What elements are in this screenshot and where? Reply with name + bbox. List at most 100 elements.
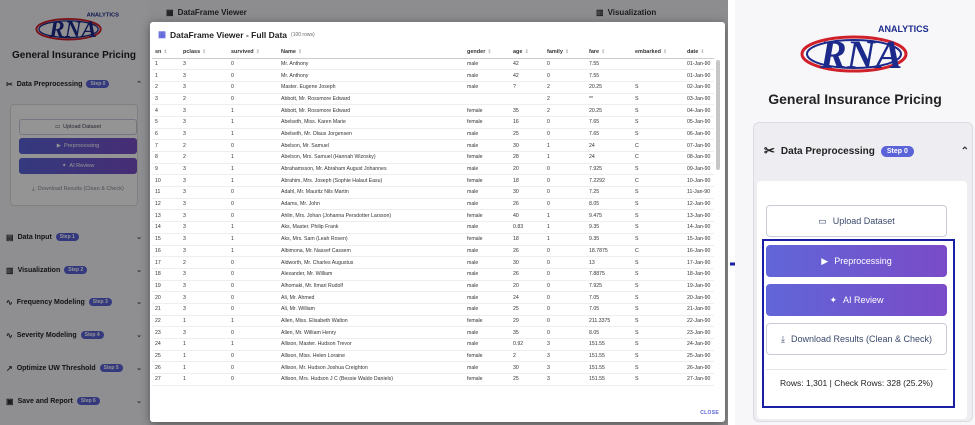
sort-icon[interactable]: ⇕ — [487, 49, 491, 55]
table-cell: C — [632, 245, 684, 258]
table-cell: 1 — [152, 69, 180, 82]
table-cell: 18 — [510, 174, 544, 188]
table-cell: 20.25 — [586, 81, 632, 94]
table-row: 27 1 0 Allison, Mrs. Hudson J C (Bessie Wal… — [152, 373, 714, 386]
sort-icon[interactable]: ⇕ — [601, 49, 605, 55]
table-cell: 0 — [228, 209, 278, 223]
table-cell: 13-Jan-90 — [684, 209, 714, 223]
table-cell: 151.55 — [586, 361, 632, 375]
sort-icon[interactable]: ⇕ — [565, 49, 569, 55]
table-cell: Aks, Mrs. Sam (Leah Rosen) — [278, 233, 464, 246]
column-header[interactable]: sn ⇕ — [152, 47, 180, 59]
close-button[interactable]: CLOSE — [700, 410, 719, 416]
table-cell: 04-Jan-90 — [684, 104, 714, 117]
table-cell: 1 — [544, 221, 586, 234]
sort-icon[interactable]: ⇕ — [524, 49, 528, 55]
sort-icon[interactable]: ⇕ — [202, 49, 206, 55]
table-cell: 7.65 — [586, 116, 632, 129]
table-cell: 1 — [228, 104, 278, 117]
table-cell: 3 — [180, 58, 228, 71]
table-cell: female — [464, 350, 510, 363]
table-row: 15 3 1 Aks, Mrs. Sam (Leah Rosen) female 18 1 9… — [152, 233, 714, 246]
table-row: 5 3 1 Abelseth, Miss. Karen Marie female 16 0 7… — [152, 116, 714, 129]
table-cell: 16 — [510, 116, 544, 129]
table-cell: 9.35 — [586, 221, 632, 234]
table-cell: 8.05 — [586, 326, 632, 339]
table-cell: 3 — [180, 69, 228, 82]
table-cell: S — [632, 198, 684, 211]
column-header[interactable]: embarked ⇕ — [632, 47, 684, 59]
upload-dataset-button[interactable]: ▭ Upload Dataset — [766, 205, 947, 237]
table-cell: S — [632, 128, 684, 141]
table-cell: male — [464, 256, 510, 269]
sort-icon[interactable]: ⇕ — [663, 49, 667, 55]
table-row: 3 2 0 Abbott, Mr. Rossmore Edward 2 ** S 03-Jan… — [152, 93, 714, 106]
table-cell: S — [632, 338, 684, 351]
table-row: 1 3 0 Mr. Anthony male 42 0 7.55 01-Jan-90 — [152, 69, 714, 82]
sort-icon[interactable]: ⇕ — [256, 49, 260, 55]
table-cell: 05-Jan-90 — [684, 116, 714, 129]
table-cell: 0 — [544, 198, 586, 211]
table-cell: 13 — [152, 209, 180, 223]
table-cell: 2 — [180, 256, 228, 269]
folder-icon: ▭ — [818, 215, 827, 226]
table-cell: 3 — [544, 373, 586, 386]
column-header[interactable]: fare ⇕ — [586, 47, 632, 59]
table-cell: 0 — [228, 256, 278, 269]
sort-icon[interactable]: ⇕ — [298, 49, 302, 55]
column-header[interactable]: family ⇕ — [544, 47, 586, 59]
table-cell: 10 — [152, 174, 180, 188]
table-cell: Abelson, Mrs. Samuel (Hannah Wizosky) — [278, 151, 464, 164]
table-cell: 3 — [180, 326, 228, 339]
table-cell: 23-Jan-90 — [684, 326, 714, 339]
table-cell: 0 — [544, 128, 586, 141]
table-cell: 3 — [180, 245, 228, 258]
table-cell: 1 — [544, 209, 586, 223]
column-header[interactable]: pclass ⇕ — [180, 47, 228, 59]
table-row: 22 1 1 Allen, Miss. Elisabeth Walton female 2… — [152, 315, 714, 328]
table-cell: 0 — [544, 315, 586, 328]
data-table: sn ⇕ pclass ⇕ survived ⇕ Name ⇕ gender ⇕ age ⇕ famil… — [152, 47, 714, 386]
table-cell: female — [464, 209, 510, 223]
table-cell: male — [464, 198, 510, 211]
column-header[interactable]: survived ⇕ — [228, 47, 278, 59]
table-cell: 26 — [510, 268, 544, 281]
table-cell: 0 — [228, 361, 278, 375]
table-cell: 1 — [180, 350, 228, 363]
table-cell: 28 — [510, 151, 544, 164]
sidebar-section-data-preprocessing[interactable]: ✂ Data Preprocessing Step 0 ⌃ — [764, 143, 969, 159]
scrollbar[interactable] — [716, 60, 720, 170]
table-cell: S — [632, 350, 684, 363]
table-cell: 15 — [152, 233, 180, 246]
table-cell: 1 — [180, 373, 228, 386]
column-header[interactable]: date ⇕ — [684, 47, 714, 59]
table-cell: male — [464, 245, 510, 258]
table-cell: S — [632, 93, 684, 106]
sort-icon[interactable]: ⇕ — [163, 49, 167, 55]
table-cell: 1 — [180, 338, 228, 351]
table-cell: 1 — [228, 221, 278, 234]
table-cell: 10-Jan-90 — [684, 174, 714, 188]
data-table-container[interactable]: sn ⇕ pclass ⇕ survived ⇕ Name ⇕ gender ⇕ age ⇕ famil… — [152, 47, 714, 422]
table-body: 1 3 0 Mr. Anthony male 42 0 7.55 01-Jan-90 1 3 0 Mr.… — [152, 58, 714, 386]
table-cell: 1 — [544, 233, 586, 246]
table-cell: 3 — [180, 291, 228, 304]
column-header[interactable]: age ⇕ — [510, 47, 544, 59]
svg-text:RNA: RNA — [819, 32, 902, 77]
table-cell: Alexander, Mr. William — [278, 268, 464, 281]
table-cell: S — [632, 373, 684, 386]
table-cell: 0 — [228, 373, 278, 386]
table-cell: 20-Jan-90 — [684, 291, 714, 304]
table-row: 20 3 0 Ali, Mr. Ahmed male 24 0 7.05 S 20-Jan-90 — [152, 291, 714, 304]
table-cell: male — [464, 361, 510, 375]
table-cell: male — [464, 338, 510, 351]
table-cell: 3 — [180, 303, 228, 316]
table-cell: ? — [510, 81, 544, 94]
table-cell: 0 — [228, 81, 278, 94]
table-cell: S — [632, 326, 684, 339]
table-cell: 11 — [152, 186, 180, 199]
sort-icon[interactable]: ⇕ — [700, 49, 704, 55]
column-header[interactable]: gender ⇕ — [464, 47, 510, 59]
table-cell: female — [464, 104, 510, 117]
column-header[interactable]: Name ⇕ — [278, 47, 464, 59]
